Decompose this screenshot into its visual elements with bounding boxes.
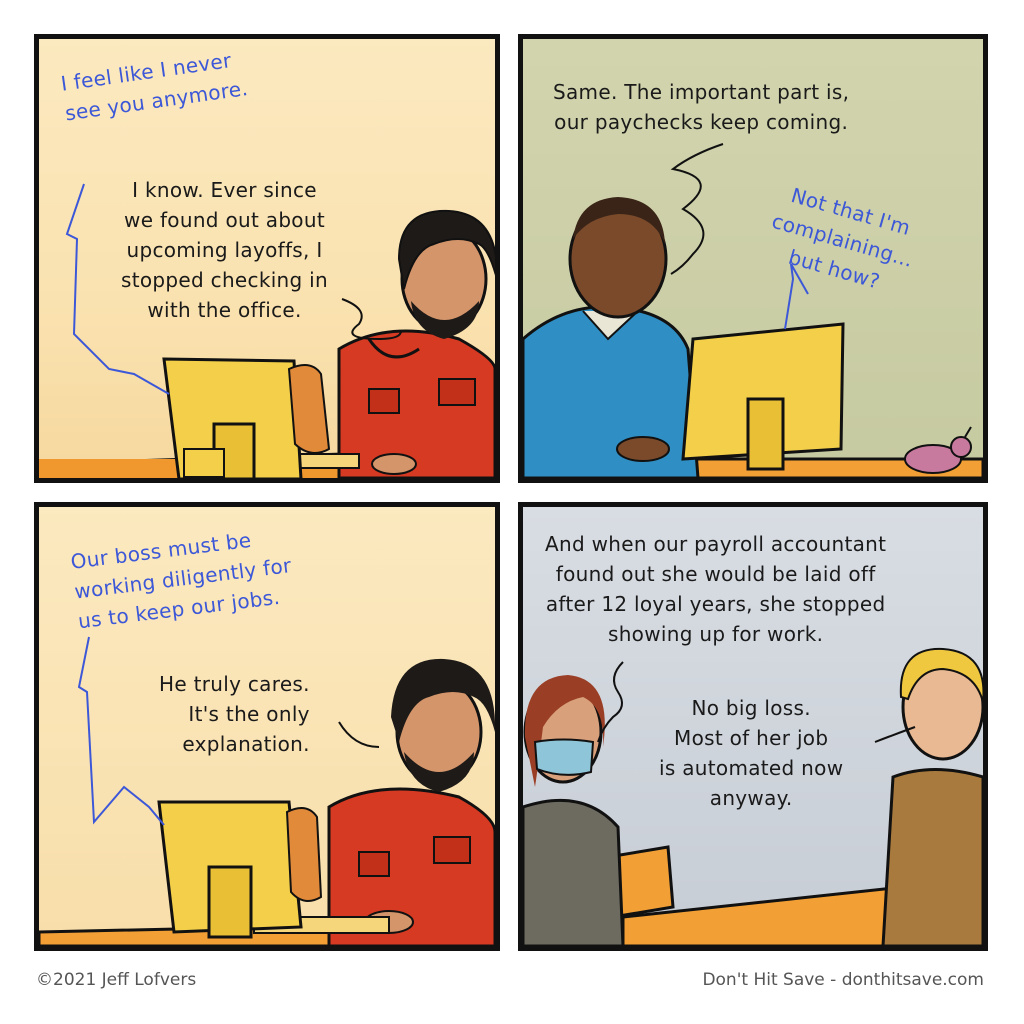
- panel-1: I feel like I never see you anymore. I k…: [34, 34, 500, 483]
- panel-3: Our boss must be working diligently for …: [34, 502, 500, 951]
- panel-2: Same. The important part is, our paychec…: [518, 34, 988, 483]
- comic-strip: I feel like I never see you anymore. I k…: [0, 0, 1024, 1024]
- speech-bubble-4: And when our payroll accountant found ou…: [545, 532, 887, 646]
- speech-bubble-5: No big loss. Most of her job is automate…: [659, 696, 844, 810]
- panel-4: And when our payroll accountant found ou…: [518, 502, 988, 951]
- speech-bubble-2: Same. The important part is, our paychec…: [553, 80, 850, 134]
- speech-bubble-1: I know. Ever since we found out about up…: [121, 178, 329, 322]
- site-credit: Don't Hit Save - donthitsave.com: [702, 970, 984, 990]
- speech-bubble-3: He truly cares. It's the only explanatio…: [159, 672, 310, 756]
- copyright-text: ©2021 Jeff Lofvers: [36, 970, 197, 990]
